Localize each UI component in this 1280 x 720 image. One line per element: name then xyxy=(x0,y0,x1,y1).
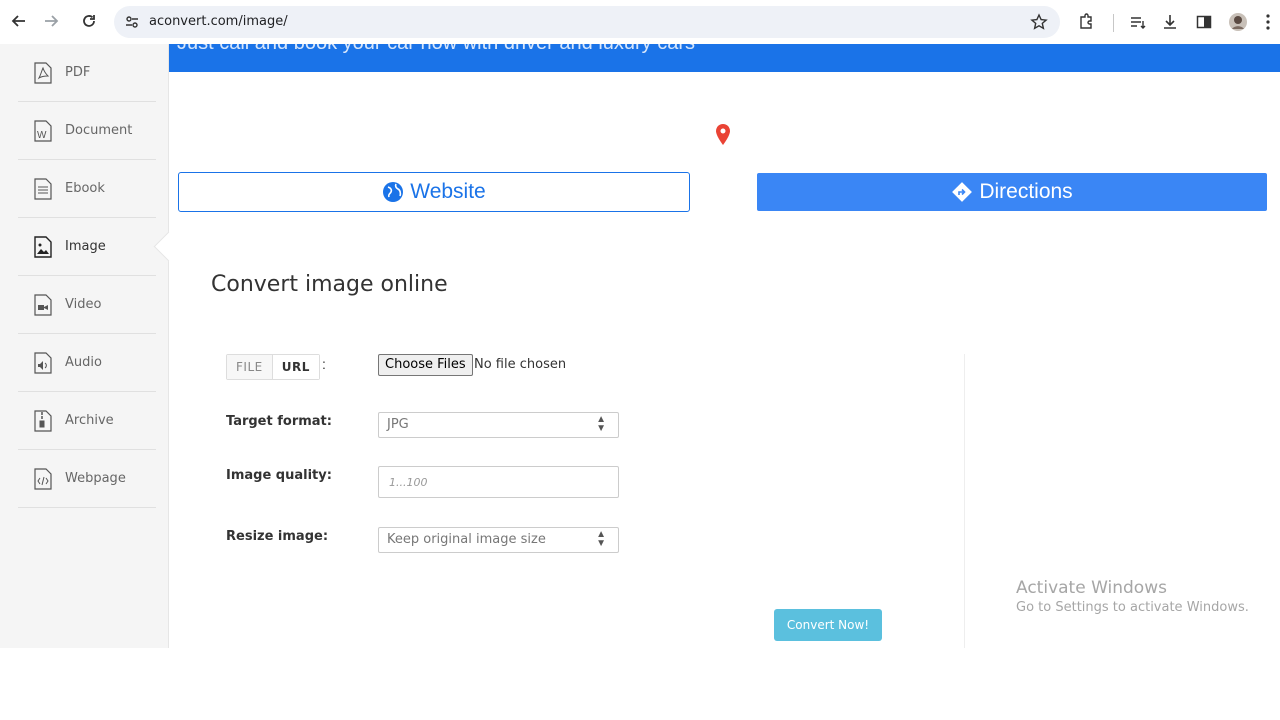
image-quality-input[interactable]: 1...100 xyxy=(378,466,619,498)
toolbar-divider xyxy=(1113,14,1114,32)
word-file-icon: W xyxy=(34,119,52,142)
resize-image-value: Keep original image size xyxy=(387,532,546,547)
sidebar-item-audio[interactable]: Audio xyxy=(18,334,156,392)
ad-text: Just call and book your car now with dri… xyxy=(177,44,695,55)
tab-url[interactable]: URL xyxy=(272,355,319,379)
map-pin-icon xyxy=(714,123,732,152)
url-text: aconvert.com/image/ xyxy=(149,14,288,29)
resize-image-label: Resize image: xyxy=(226,529,329,544)
source-tabs: FILE URL xyxy=(226,354,320,380)
target-format-select[interactable]: JPG ▲ ▼ xyxy=(378,412,619,438)
back-arrow-icon xyxy=(11,15,25,27)
profile-avatar-icon[interactable] xyxy=(1228,12,1248,32)
no-file-text: No file chosen xyxy=(474,357,567,372)
reload-icon xyxy=(83,15,95,27)
bottom-blank-area xyxy=(0,648,1280,720)
sidebar-item-webpage[interactable]: Webpage xyxy=(18,450,156,508)
ad-website-button[interactable]: Website xyxy=(178,172,690,212)
pdf-file-icon xyxy=(34,61,52,84)
image-quality-label: Image quality: xyxy=(226,468,332,483)
windows-activation-watermark: Activate Windows Go to Settings to activ… xyxy=(1016,578,1249,615)
page-title: Convert image online xyxy=(211,272,448,297)
reading-list-icon[interactable] xyxy=(1128,12,1148,32)
target-format-value: JPG xyxy=(387,417,409,432)
address-bar[interactable]: aconvert.com/image/ xyxy=(114,6,1060,38)
back-button[interactable] xyxy=(8,10,30,32)
target-format-label: Target format: xyxy=(226,414,332,429)
bookmark-star-icon[interactable] xyxy=(1030,13,1048,36)
directions-icon xyxy=(951,181,973,203)
source-colon: : xyxy=(322,356,326,372)
browser-menu-icon[interactable] xyxy=(1262,12,1274,32)
archive-file-icon xyxy=(34,409,52,432)
sidebar-item-label: Archive xyxy=(65,413,114,428)
image-file-icon xyxy=(34,235,52,258)
select-arrows-icon: ▲ ▼ xyxy=(596,529,606,549)
watermark-title: Activate Windows xyxy=(1016,578,1167,598)
forward-button[interactable] xyxy=(40,10,62,32)
forward-arrow-icon xyxy=(45,15,59,27)
site-settings-icon[interactable] xyxy=(124,14,140,35)
globe-icon xyxy=(382,181,404,203)
ad-banner[interactable]: Just call and book your car now with dri… xyxy=(169,44,1280,72)
download-icon[interactable] xyxy=(1160,12,1180,32)
ad-directions-button[interactable]: Directions xyxy=(757,173,1267,211)
webpage-file-icon xyxy=(34,467,52,490)
svg-text:W: W xyxy=(37,130,47,141)
watermark-subtitle: Go to Settings to activate Windows. xyxy=(1016,600,1249,615)
sidebar-item-label: Ebook xyxy=(65,181,105,196)
website-label: Website xyxy=(410,180,486,203)
ebook-file-icon xyxy=(34,177,52,200)
audio-file-icon xyxy=(34,351,52,374)
sidebar-item-label: Video xyxy=(65,297,102,312)
resize-image-select[interactable]: Keep original image size ▲ ▼ xyxy=(378,527,619,553)
sidebar-item-pdf[interactable]: PDF xyxy=(18,44,156,102)
sidebar-item-label: Webpage xyxy=(65,471,126,486)
sidebar-item-archive[interactable]: Archive xyxy=(18,392,156,450)
sidebar-item-ebook[interactable]: Ebook xyxy=(18,160,156,218)
image-quality-placeholder: 1...100 xyxy=(389,476,428,489)
tab-file[interactable]: FILE xyxy=(227,355,273,379)
choose-files-button[interactable]: Choose Files xyxy=(378,354,473,376)
sidebar-item-image[interactable]: Image xyxy=(18,218,156,276)
browser-toolbar: aconvert.com/image/ xyxy=(0,0,1280,44)
select-arrows-icon: ▲ ▼ xyxy=(596,414,606,434)
convert-now-button[interactable]: Convert Now! xyxy=(774,609,882,641)
column-divider xyxy=(964,354,965,648)
extensions-icon[interactable] xyxy=(1076,12,1096,32)
side-panel-icon[interactable] xyxy=(1194,12,1214,32)
sidebar-item-label: Document xyxy=(65,123,133,138)
sidebar-item-label: Image xyxy=(65,239,106,254)
reload-button[interactable] xyxy=(78,10,100,32)
sidebar-item-label: PDF xyxy=(65,65,91,80)
sidebar-item-label: Audio xyxy=(65,355,102,370)
directions-label: Directions xyxy=(979,180,1073,203)
sidebar-item-video[interactable]: Video xyxy=(18,276,156,334)
video-file-icon xyxy=(34,293,52,316)
sidebar-item-document[interactable]: W Document xyxy=(18,102,156,160)
